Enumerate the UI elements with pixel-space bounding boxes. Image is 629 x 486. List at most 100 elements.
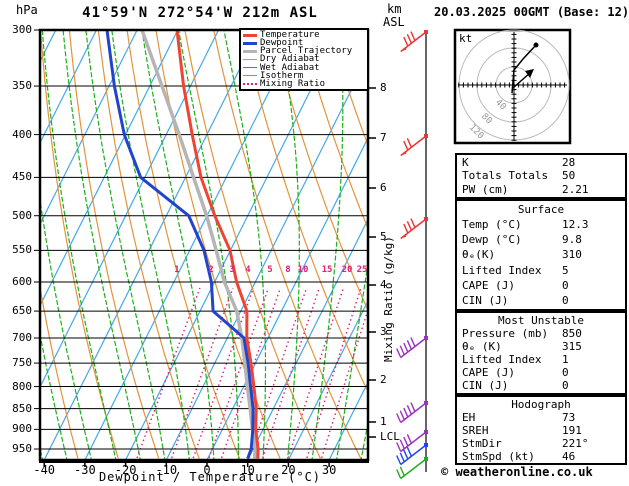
wind-barb-feather bbox=[396, 455, 402, 465]
wind-barb-feather bbox=[406, 405, 413, 415]
wind-barb-feather bbox=[399, 439, 405, 450]
wind-barb-feather bbox=[410, 402, 416, 412]
table-row: Dewp (°C) 9.8 bbox=[457, 233, 625, 246]
table-row: CAPE (J) 0 bbox=[457, 366, 625, 379]
table-row-label: CAPE (J) bbox=[462, 278, 515, 292]
wind-barb bbox=[400, 217, 428, 240]
mixing-ratio-label: 20 bbox=[341, 265, 353, 275]
legend-swatch-dewpoint bbox=[243, 41, 257, 45]
wind-barb-feather bbox=[403, 223, 409, 234]
mixing-ratio-label: 1 bbox=[174, 265, 180, 275]
pressure-tick-label: 600 bbox=[12, 274, 32, 288]
legend-swatch-parcel-trajectory bbox=[243, 49, 257, 53]
wind-barb bbox=[400, 30, 428, 53]
skewt-sounding-page: hPa 41°59'N 272°54'W 212m ASL km ASL 20.… bbox=[0, 0, 629, 486]
temp-tick-label: 20 bbox=[281, 463, 296, 477]
table-row-label: EH bbox=[462, 411, 476, 424]
table-row: θₑ (K) 315 bbox=[457, 340, 625, 353]
legend-swatch-wet-adiabat bbox=[243, 67, 257, 69]
hodograph-trace-end-dot bbox=[533, 42, 539, 48]
table-row: Totals Totals 50 bbox=[457, 169, 625, 182]
mixing-ratio-label: 10 bbox=[297, 265, 309, 275]
km-tick-label: 8 bbox=[380, 81, 387, 94]
km-tick-label: 2 bbox=[380, 373, 387, 386]
indices-box-surface: Surface Temp (°C) 12.3 Dewp (°C) 9.8 θₑ(K) 310… bbox=[455, 199, 627, 311]
wind-barb-feather bbox=[406, 138, 413, 148]
pressure-tick-label: 350 bbox=[12, 79, 32, 93]
pressure-tick-label: 650 bbox=[12, 304, 32, 318]
wind-barb-feather bbox=[406, 34, 413, 44]
temp-tick-label: -10 bbox=[155, 463, 178, 477]
table-row: θₑ(K) 310 bbox=[457, 248, 625, 261]
table-row-label: StmSpd (kt) bbox=[462, 450, 535, 463]
temperature-curve bbox=[175, 30, 260, 459]
table-row: EH 73 bbox=[457, 411, 625, 424]
table-header: Hodograph bbox=[511, 398, 571, 411]
table-row-value: 221° bbox=[562, 437, 589, 450]
pressure-tick-label: 550 bbox=[12, 243, 32, 257]
table-row: StmSpd (kt) 46 bbox=[457, 450, 625, 463]
page-title: 41°59'N 272°54'W 212m ASL bbox=[82, 5, 318, 21]
wind-barb bbox=[396, 457, 428, 480]
table-row-value: 1 bbox=[562, 353, 569, 366]
wind-barb-feather bbox=[396, 442, 402, 452]
legend-swatch-isotherm bbox=[243, 75, 257, 77]
table-row-value: 310 bbox=[562, 248, 582, 262]
wind-barb-feather bbox=[396, 348, 402, 358]
table-row-label: Temp (°C) bbox=[462, 218, 522, 232]
temp-tick-label: 10 bbox=[240, 463, 255, 477]
table-row-value: 0 bbox=[562, 278, 569, 292]
wind-barb-feather bbox=[399, 466, 405, 477]
table-row-label: PW (cm) bbox=[462, 182, 509, 196]
temp-tick-label: 30 bbox=[321, 463, 337, 477]
dry-adiabat-line bbox=[155, 30, 281, 459]
mixing-ratio-label: 25 bbox=[356, 265, 368, 275]
pressure-tick-label: 450 bbox=[12, 170, 32, 184]
table-row-label: Pressure (mb) bbox=[462, 327, 549, 340]
table-row: Lifted Index 1 bbox=[457, 353, 625, 366]
wind-barb-feather bbox=[403, 140, 409, 151]
table-row-label: SREH bbox=[462, 424, 489, 437]
wind-barb-feather bbox=[396, 413, 402, 423]
table-row-value: 0 bbox=[562, 366, 569, 379]
table-row-value: 46 bbox=[562, 450, 576, 463]
wind-barb-feather bbox=[396, 469, 402, 479]
dewpoint-curve bbox=[105, 30, 255, 460]
table-row-label: StmDir bbox=[462, 437, 502, 450]
mixing-ratio-label: 5 bbox=[267, 265, 273, 275]
table-row-label: θₑ (K) bbox=[462, 340, 502, 353]
legend-label: Mixing Ratio bbox=[260, 78, 326, 89]
wind-barb-feather bbox=[403, 342, 409, 353]
table-row-label: CAPE (J) bbox=[462, 366, 515, 379]
isotherm-line bbox=[247, 218, 368, 460]
mixing-ratio-label: 8 bbox=[285, 265, 291, 275]
legend-swatch-temperature bbox=[243, 33, 257, 37]
table-row: StmDir 221° bbox=[457, 437, 625, 450]
table-row-label: Totals Totals bbox=[462, 169, 549, 183]
mixing-ratio-line bbox=[170, 287, 234, 460]
table-row: Temp (°C) 12.3 bbox=[457, 218, 625, 231]
mixing-ratio-label: 2 bbox=[208, 265, 214, 275]
table-row-value: 191 bbox=[562, 424, 582, 437]
table-row: SREH 191 bbox=[457, 424, 625, 437]
pressure-tick-label: 700 bbox=[12, 331, 32, 345]
pressure-tick-label: 400 bbox=[12, 127, 32, 141]
wind-barb-feather bbox=[399, 452, 405, 463]
pressure-tick-label: 750 bbox=[12, 356, 32, 370]
km-tick-label: 1 bbox=[380, 415, 387, 428]
mixing-ratio-line bbox=[191, 287, 255, 460]
wind-barb bbox=[396, 430, 428, 453]
wind-barb-feather bbox=[403, 436, 409, 447]
table-row-value: 2.21 bbox=[562, 182, 589, 196]
pressure-tick-label: 300 bbox=[12, 23, 32, 37]
table-row-value: 850 bbox=[562, 327, 582, 340]
chart-legend: Temperature Dewpoint Parcel Trajectory Dry … bbox=[239, 28, 369, 91]
table-row-value: 0 bbox=[562, 379, 569, 392]
table-row: PW (cm) 2.21 bbox=[457, 183, 625, 196]
isotherm-line bbox=[125, 30, 342, 460]
wind-barb-feather bbox=[406, 434, 413, 444]
table-row-label: K bbox=[462, 156, 469, 170]
table-row-value: 5 bbox=[562, 263, 569, 277]
pressure-tick-label: 900 bbox=[12, 422, 32, 436]
table-row: K 28 bbox=[457, 156, 625, 169]
